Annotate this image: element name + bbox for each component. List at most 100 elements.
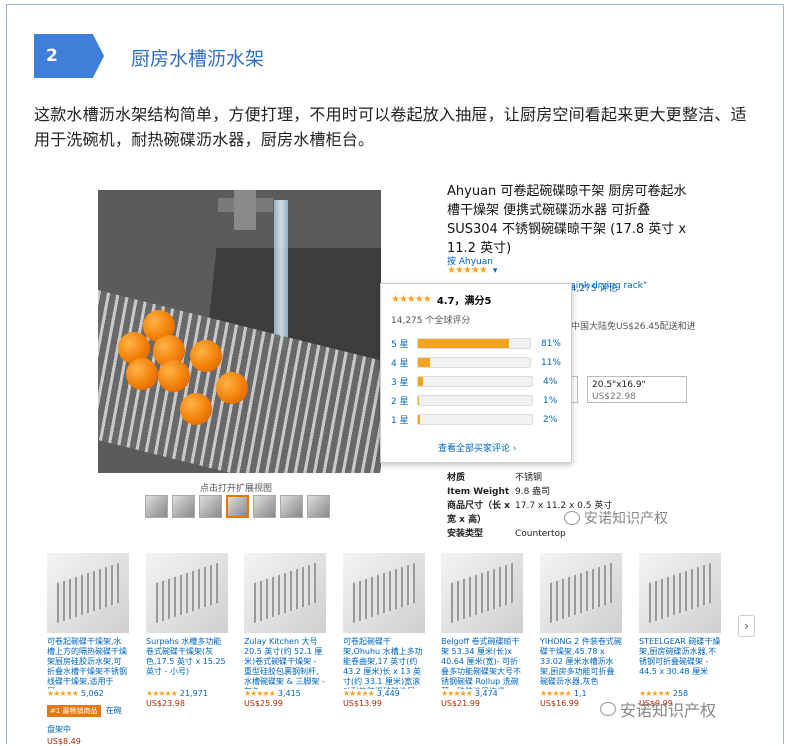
spec-key: 商品尺寸（长 x 宽 x 高） — [447, 501, 510, 525]
thumbnail[interactable] — [145, 495, 168, 518]
thumbnail-caption: 点击打开扩展视图 — [200, 484, 273, 494]
spec-value: 不锈钢 — [515, 473, 543, 483]
carousel-product-image[interactable] — [244, 553, 326, 633]
star-percent[interactable]: 4% — [543, 377, 557, 387]
thumbnail[interactable] — [172, 495, 195, 518]
histogram-bar[interactable] — [417, 395, 533, 406]
carousel-price: US$25.99 — [244, 699, 283, 708]
histogram-bar[interactable] — [416, 338, 531, 349]
carousel-product-name[interactable]: 可卷起碗碟干燥架,水槽上方的隔热碗碟干燥架厨房硅胶沥水架,可折叠水槽干燥架不锈钢… — [47, 637, 129, 689]
star-histogram-row[interactable]: 5 星 81% — [391, 334, 561, 353]
carousel-product-image[interactable] — [47, 553, 129, 633]
histogram-bar[interactable] — [416, 357, 531, 368]
carousel-product-name[interactable]: STEELGEAR 碗碟干燥架,厨房碗碟沥水器,不锈钢可折叠碗碟架 - 44.5… — [639, 637, 721, 689]
thumbnail[interactable] — [280, 495, 303, 518]
carousel-rating[interactable]: ★★★★★ 3,449 — [343, 689, 425, 698]
carousel-product-image[interactable] — [441, 553, 523, 633]
orange-fruit — [180, 393, 212, 425]
star-rating-icon: ★★★★★ — [343, 689, 375, 698]
size-option-price: US$22.98 — [592, 392, 636, 402]
carousel-price: US$23.98 — [146, 699, 185, 708]
product-title: Ahyuan 可卷起碗碟晾干架 厨房可卷起水槽干燥架 便携式碗碟沥水器 可折叠 … — [447, 184, 687, 256]
star-histogram-row[interactable]: 1 星 2% — [391, 410, 561, 429]
water-stream-shape — [274, 200, 288, 350]
wechat-icon — [600, 702, 616, 716]
star-rating-icon: ★★★★★ — [447, 265, 488, 276]
see-all-reviews-link[interactable]: 查看全部买家评论 › — [438, 441, 516, 454]
spec-row: 安装类型 Countertop — [447, 527, 612, 541]
review-count: 3,474 — [474, 689, 498, 698]
carousel-product[interactable]: 可卷起碗碟干架,Ohuhu 水槽上多功能卷曲架,17 英寸(约 43.2 厘米)… — [343, 553, 425, 708]
histogram-fill — [417, 339, 509, 348]
carousel-rating[interactable]: ★★★★★ 3,474 — [441, 689, 523, 698]
star-level-label[interactable]: 3 星 — [391, 375, 417, 388]
bestseller-badge[interactable]: #1 最畅销商品 — [47, 705, 101, 717]
carousel-rating[interactable]: ★★★★★ 5,062 — [47, 689, 129, 698]
star-rating-icon: ★★★★★ — [47, 689, 79, 698]
star-percent[interactable]: 1% — [543, 396, 557, 406]
carousel-product[interactable]: Belgoff 卷式碗碟晾干架 53.34 厘米(长)x 40.64 厘米(宽)… — [441, 553, 523, 708]
review-count: 3,415 — [277, 689, 301, 698]
orange-fruit — [190, 340, 222, 372]
review-count: 1,1 — [573, 689, 587, 698]
thumbnail[interactable] — [253, 495, 276, 518]
shipping-note: 中国大陆免US$26.45配送和进 — [571, 322, 696, 332]
section-title: 厨房水槽沥水架 — [131, 48, 265, 70]
star-percent[interactable]: 11% — [541, 358, 561, 368]
star-rating-icon: ★★★★★ — [441, 689, 473, 698]
size-option[interactable]: 20.5"x16.9" US$22.98 — [587, 376, 687, 403]
star-histogram-row[interactable]: 2 星 1% — [391, 391, 561, 410]
carousel-rating[interactable]: ★★★★★ 3,415 — [244, 689, 326, 698]
carousel-product-name[interactable]: Belgoff 卷式碗碟晾干架 53.34 厘米(长)x 40.64 厘米(宽)… — [441, 637, 523, 689]
histogram-fill — [418, 415, 421, 424]
star-level-label[interactable]: 5 星 — [391, 337, 417, 350]
wechat-icon — [564, 511, 580, 525]
carousel-next-button[interactable]: › — [738, 615, 755, 637]
carousel-product-image[interactable] — [540, 553, 622, 633]
star-level-label[interactable]: 4 星 — [391, 356, 417, 369]
section-number-badge: 2 — [34, 34, 104, 78]
thumbnail-selected[interactable] — [226, 495, 249, 518]
thumbnail[interactable] — [307, 495, 330, 518]
rating-dropdown-icon[interactable]: ▾ — [493, 266, 498, 276]
carousel-product[interactable]: Zulay Kitchen 大号 20.5 英寸(约 52.1 厘米)卷式碗碟干… — [244, 553, 326, 708]
faucet-arm-shape — [234, 190, 256, 230]
carousel-rating[interactable]: ★★★★★ 21,971 — [146, 689, 228, 698]
carousel-product-name[interactable]: 可卷起碗碟干架,Ohuhu 水槽上多功能卷曲架,17 英寸(约 43.2 厘米)… — [343, 637, 425, 689]
star-percent[interactable]: 81% — [541, 339, 561, 349]
carousel-product-image[interactable] — [343, 553, 425, 633]
carousel-product-image[interactable] — [146, 553, 228, 633]
review-count: 5,062 — [80, 689, 104, 698]
popover-score: 4.7，满分5 — [436, 296, 492, 307]
star-level-label[interactable]: 2 星 — [391, 394, 417, 407]
carousel-product-name[interactable]: Surpahs 水槽多功能卷式碗碟干燥架(灰色,17.5 英寸 x 15.25 … — [146, 637, 228, 689]
star-histogram-row[interactable]: 3 星 4% — [391, 372, 561, 391]
star-level-label[interactable]: 1 星 — [391, 413, 417, 426]
star-histogram-row[interactable]: 4 星 11% — [391, 353, 561, 372]
star-rating-icon: ★★★★★ — [540, 689, 572, 698]
star-rating-icon: ★★★★★ — [244, 689, 276, 698]
rating-summary[interactable]: ★★★★★ ▾ — [447, 265, 497, 276]
carousel-price: US$13.99 — [343, 699, 382, 708]
histogram-bar[interactable] — [417, 376, 533, 387]
carousel-product[interactable]: STEELGEAR 碗碟干燥架,厨房碗碟沥水器,不锈钢可折叠碗碟架 - 44.5… — [639, 553, 721, 708]
carousel-product[interactable]: Surpahs 水槽多功能卷式碗碟干燥架(灰色,17.5 英寸 x 15.25 … — [146, 553, 228, 708]
histogram-fill — [418, 396, 420, 405]
carousel-product[interactable]: YIHONG 2 件装卷式碗碟干燥架,45.78 x 33.02 厘米水槽沥水架… — [540, 553, 622, 708]
spec-key: Item Weight — [447, 487, 510, 497]
thumbnail[interactable] — [199, 495, 222, 518]
orange-fruit — [126, 358, 158, 390]
product-image[interactable] — [98, 190, 381, 473]
carousel-product[interactable]: 可卷起碗碟干燥架,水槽上方的隔热碗碟干燥架厨房硅胶沥水架,可折叠水槽干燥架不锈钢… — [47, 553, 129, 746]
watermark-text: 安诺知识产权 — [620, 701, 717, 720]
star-rating-icon: ★★★★★ — [391, 294, 432, 305]
carousel-product-name[interactable]: Zulay Kitchen 大号 20.5 英寸(约 52.1 厘米)卷式碗碟干… — [244, 637, 326, 689]
spec-value: Countertop — [515, 529, 566, 539]
spec-key: 材质 — [447, 473, 466, 483]
star-percent[interactable]: 2% — [543, 415, 557, 425]
review-count: 21,971 — [179, 689, 208, 698]
histogram-bar[interactable] — [417, 414, 533, 425]
popover-header: ★★★★★ 4.7，满分5 — [391, 292, 561, 307]
carousel-product-name[interactable]: YIHONG 2 件装卷式碗碟干燥架,45.78 x 33.02 厘米水槽沥水架… — [540, 637, 622, 689]
carousel-product-image[interactable] — [639, 553, 721, 633]
